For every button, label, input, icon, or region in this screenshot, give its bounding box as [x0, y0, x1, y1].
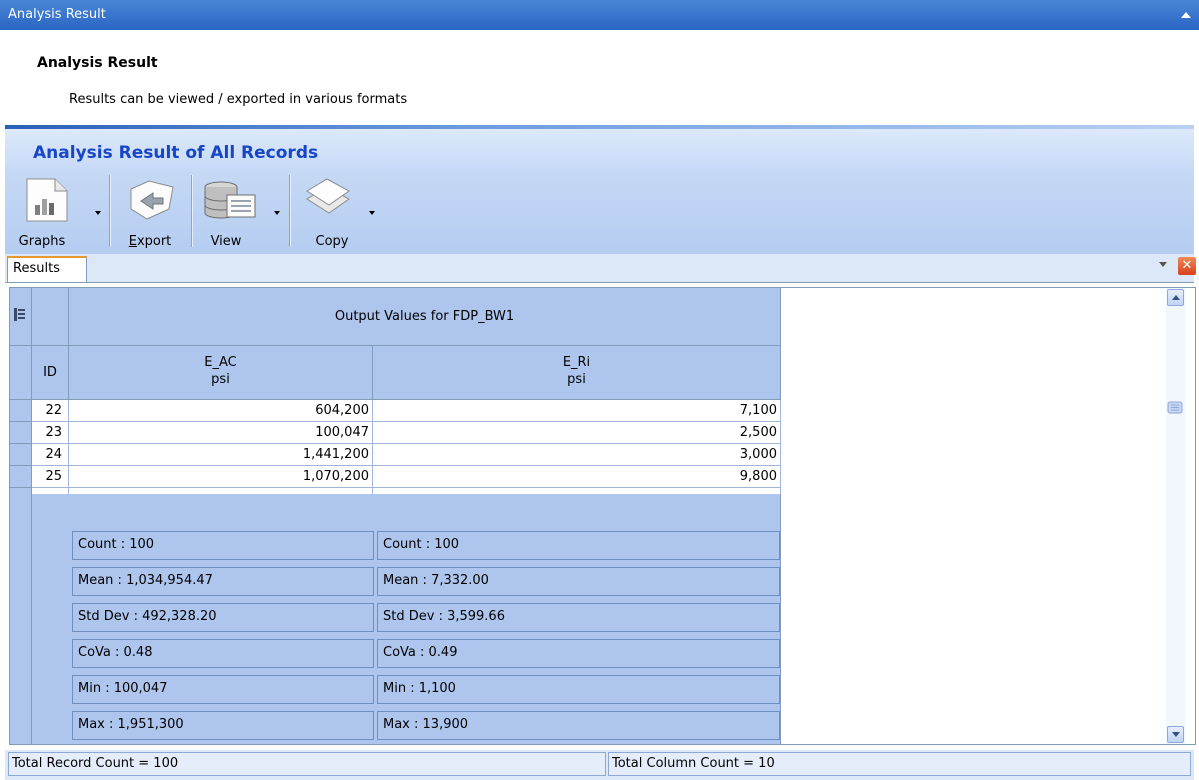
results-grid: Output Values for FDP_BW1 ID E_AC psi E_… [9, 287, 1196, 745]
cell-e-ri[interactable]: 9,800 [373, 466, 781, 488]
band-header: Output Values for FDP_BW1 [69, 288, 781, 346]
summary-e-ac-cova: CoVa : 0.48 [72, 639, 374, 668]
cell-e-ac[interactable]: 1,070,200 [69, 466, 373, 488]
tab-results[interactable]: Results [7, 256, 87, 282]
cell-e-ri[interactable]: 7,100 [373, 400, 781, 422]
toolbar: Graphs Export View Copy [5, 169, 1194, 254]
window-title-bar: Analysis Result [0, 0, 1199, 30]
cell-id[interactable]: 23 [32, 422, 69, 444]
cell-id[interactable]: 22 [32, 400, 69, 422]
header-panel: Analysis Result Results can be viewed / … [5, 30, 1194, 126]
column-header-e-ri[interactable]: E_Ri psi [373, 346, 781, 400]
status-column-count: Total Column Count = 10 [608, 752, 1191, 776]
column-header-e-ri-unit: psi [567, 372, 586, 387]
copy-icon [306, 178, 350, 214]
summary-e-ri-min: Min : 1,100 [377, 675, 780, 704]
status-record-count: Total Record Count = 100 [8, 752, 606, 776]
summary-e-ri-cova: CoVa : 0.49 [377, 639, 780, 668]
header-title: Analysis Result [37, 55, 158, 71]
toolbar-separator [289, 175, 291, 247]
status-bar: Total Record Count = 100 Total Column Co… [5, 750, 1194, 780]
export-button[interactable]: Export [117, 173, 183, 253]
cell-e-ac[interactable]: 604,200 [69, 400, 373, 422]
scroll-down-button[interactable] [1167, 726, 1184, 743]
view-dropdown-icon[interactable] [274, 211, 280, 215]
cell-e-ri[interactable]: 2,500 [373, 422, 781, 444]
cell-e-ac[interactable]: 1,441,200 [69, 444, 373, 466]
summary-e-ri-max: Max : 13,900 [377, 711, 780, 740]
band-header-spacer [32, 288, 69, 346]
copy-label: Copy [315, 234, 349, 249]
graphs-dropdown-icon[interactable] [95, 211, 101, 215]
cell-id[interactable]: 25 [32, 466, 69, 488]
tab-results-label: Results [13, 261, 60, 276]
summary-e-ac-max: Max : 1,951,300 [72, 711, 374, 740]
graphs-label: Graphs [18, 234, 66, 249]
export-label-rest: xport [136, 234, 172, 249]
copy-button[interactable]: Copy [297, 173, 377, 253]
cell-id[interactable]: 24 [32, 444, 69, 466]
column-header-e-ac-unit: psi [211, 372, 230, 387]
row-indicator-header [10, 346, 32, 400]
scroll-up-button[interactable] [1167, 289, 1184, 306]
toolbar-separator [109, 175, 111, 247]
view-button[interactable]: View [199, 173, 281, 253]
summary-e-ac-mean: Mean : 1,034,954.47 [72, 567, 374, 596]
row-selector[interactable] [10, 400, 32, 422]
column-header-e-ac[interactable]: E_AC psi [69, 346, 373, 400]
vertical-scrollbar[interactable] [1166, 288, 1185, 744]
row-selector[interactable] [10, 444, 32, 466]
export-mnemonic: E [128, 234, 137, 249]
graph-icon [26, 178, 68, 222]
window-title: Analysis Result [8, 7, 106, 22]
close-tab-icon[interactable]: ✕ [1178, 257, 1196, 275]
scroll-thumb[interactable] [1167, 400, 1183, 415]
column-header-e-ac-label: E_AC [204, 355, 237, 370]
collapse-icon[interactable] [1181, 12, 1191, 18]
section-header: Analysis Result of All Records [5, 129, 1194, 169]
view-database-icon [204, 181, 256, 219]
cell-e-ac[interactable]: 100,047 [69, 422, 373, 444]
tab-list-dropdown-icon[interactable] [1159, 262, 1167, 267]
tab-strip: Results ✕ [5, 254, 1196, 283]
summary-divider [31, 494, 32, 744]
export-label: Export [117, 234, 183, 249]
cell-e-ri[interactable]: 3,000 [373, 444, 781, 466]
summary-e-ac-stddev: Std Dev : 492,328.20 [72, 603, 374, 632]
toolbar-separator [191, 175, 193, 247]
column-header-id[interactable]: ID [32, 346, 69, 400]
scroll-thumb-grip-icon [1167, 401, 1183, 414]
export-icon [130, 180, 174, 220]
summary-e-ac-count: Count : 100 [72, 531, 374, 560]
column-header-e-ri-label: E_Ri [562, 355, 591, 370]
row-selector[interactable] [10, 422, 32, 444]
header-subtitle: Results can be viewed / exported in vari… [69, 92, 408, 107]
summary-e-ri-stddev: Std Dev : 3,599.66 [377, 603, 780, 632]
column-chooser-icon [14, 308, 25, 321]
summary-e-ac-min: Min : 100,047 [72, 675, 374, 704]
graphs-button[interactable]: Graphs [7, 173, 101, 253]
summary-e-ri-mean: Mean : 7,332.00 [377, 567, 780, 596]
summary-e-ri-count: Count : 100 [377, 531, 780, 560]
section-title: Analysis Result of All Records [33, 143, 319, 163]
copy-dropdown-icon[interactable] [369, 211, 375, 215]
column-chooser-button[interactable] [10, 288, 32, 346]
row-selector[interactable] [10, 466, 32, 488]
view-label: View [210, 234, 242, 249]
